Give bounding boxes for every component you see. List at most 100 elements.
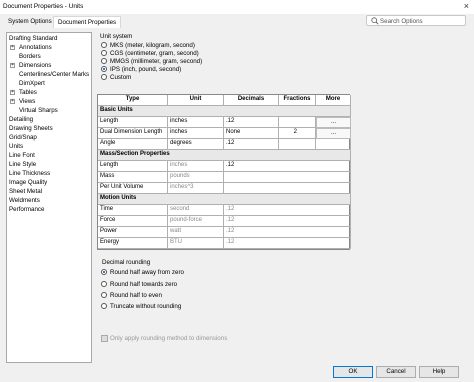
table-cell-fractions[interactable]: [279, 139, 316, 150]
radio-custom[interactable]: [101, 74, 107, 80]
tree-item-annotations[interactable]: Annotations: [19, 44, 52, 51]
table-cell-decimals[interactable]: .12: [224, 161, 351, 172]
tree-item-views[interactable]: Views: [19, 98, 35, 105]
table-row-type: Mass: [98, 172, 168, 183]
tree-item-performance[interactable]: Performance: [9, 206, 44, 213]
table-row-type: Per Unit Volume: [98, 183, 168, 194]
tree-item-line-font[interactable]: Line Font: [9, 152, 35, 159]
tab-system-options[interactable]: System Options: [4, 16, 56, 28]
more-button[interactable]: ...: [316, 128, 351, 139]
radio-ips[interactable]: [101, 66, 107, 72]
radio-mmgs[interactable]: [101, 58, 107, 64]
table-cell-unit: pounds: [168, 172, 224, 183]
section-basic-units: Basic Units: [98, 106, 351, 117]
label-round-half-even: Round half to even: [110, 292, 162, 299]
table-row-type: Power: [98, 227, 168, 238]
label-truncate: Truncate without rounding: [110, 303, 182, 310]
table-cell-unit: BTU: [168, 238, 224, 249]
col-header-unit: Unit: [168, 95, 224, 106]
search-input[interactable]: Search Options: [366, 15, 466, 26]
tree-item-borders[interactable]: Borders: [19, 53, 41, 60]
cancel-button[interactable]: Cancel: [376, 366, 416, 378]
table-row-type: Length: [98, 161, 168, 172]
table-cell-decimals[interactable]: .12: [224, 139, 279, 150]
table-cell-unit[interactable]: inches: [168, 128, 224, 139]
close-icon[interactable]: ×: [464, 1, 469, 11]
label-custom: Custom: [110, 74, 132, 81]
table-row-type: Dual Dimension Length: [98, 128, 168, 139]
col-header-fractions: Fractions: [279, 95, 316, 106]
radio-round-half-away[interactable]: [101, 269, 107, 275]
tree-item-line-style[interactable]: Line Style: [9, 161, 36, 168]
table-cell-fractions[interactable]: [279, 117, 316, 128]
table-cell-decimals: .12: [224, 205, 351, 216]
radio-cgs[interactable]: [101, 50, 107, 56]
tree-item-units[interactable]: Units: [9, 143, 23, 150]
table-cell-decimals: .12: [224, 227, 351, 238]
tree-item-detailing[interactable]: Detailing: [9, 116, 33, 123]
table-cell-unit: inches^3: [168, 183, 224, 194]
tree-item-image-quality[interactable]: Image Quality: [9, 179, 47, 186]
decimal-rounding-label: Decimal rounding: [102, 259, 151, 266]
label-mks: MKS (meter, kilogram, second): [110, 42, 195, 49]
options-tree: Drafting Standard + Annotations Borders …: [6, 32, 92, 363]
table-cell-decimals[interactable]: None: [224, 128, 279, 139]
only-apply-checkbox[interactable]: [101, 335, 108, 342]
tree-item-tables[interactable]: Tables: [19, 89, 37, 96]
radio-round-half-even[interactable]: [101, 292, 107, 298]
table-row-type: Energy: [98, 238, 168, 249]
radio-mks[interactable]: [101, 42, 107, 48]
search-icon: [371, 17, 379, 25]
radio-round-half-towards[interactable]: [101, 281, 107, 287]
expand-icon[interactable]: +: [10, 45, 15, 50]
table-row-type: Angle: [98, 139, 168, 150]
table-row-type: Time: [98, 205, 168, 216]
window-title: Document Properties - Units: [3, 3, 84, 10]
tree-item-sheet-metal[interactable]: Sheet Metal: [9, 188, 42, 195]
table-cell-decimals: [224, 183, 351, 194]
tree-item-drafting-standard[interactable]: Drafting Standard: [9, 35, 58, 42]
table-row-type: Force: [98, 216, 168, 227]
more-button[interactable]: ...: [316, 117, 351, 128]
col-header-decimals: Decimals: [224, 95, 279, 106]
search-placeholder: Search Options: [380, 17, 423, 25]
table-cell-decimals[interactable]: .12: [224, 117, 279, 128]
label-round-half-towards: Round half towards zero: [110, 281, 178, 288]
expand-icon[interactable]: +: [10, 63, 15, 68]
tree-item-drawing-sheets[interactable]: Drawing Sheets: [9, 125, 53, 132]
table-cell-fractions[interactable]: 2: [279, 128, 316, 139]
expand-icon[interactable]: +: [10, 99, 15, 104]
table-cell-unit: watt: [168, 227, 224, 238]
only-apply-label: Only apply rounding method to dimensions: [110, 335, 228, 342]
tree-item-line-thickness[interactable]: Line Thickness: [9, 170, 50, 177]
ok-button[interactable]: OK: [333, 366, 373, 378]
tree-item-weldments[interactable]: Weldments: [9, 197, 40, 204]
table-cell-decimals: .12: [224, 238, 351, 249]
table-cell-unit[interactable]: inches: [168, 117, 224, 128]
tab-document-properties[interactable]: Document Properties: [53, 16, 122, 28]
label-mmgs: MMGS (millimeter, gram, second): [110, 58, 203, 65]
table-row-type: Length: [98, 117, 168, 128]
table-cell-unit: inches: [168, 161, 224, 172]
tree-item-dimxpert[interactable]: DimXpert: [19, 80, 45, 87]
section-mass-properties: Mass/Section Properties: [98, 150, 351, 161]
units-table: Type Unit Decimals Fractions More Basic …: [97, 94, 351, 250]
table-cell-unit[interactable]: degrees: [168, 139, 224, 150]
table-cell-more: [316, 139, 351, 150]
tree-item-dimensions[interactable]: Dimensions: [19, 62, 51, 69]
help-button[interactable]: Help: [419, 366, 459, 378]
label-round-half-away: Round half away from zero: [110, 269, 184, 276]
tree-item-grid-snap[interactable]: Grid/Snap: [9, 134, 37, 141]
table-cell-decimals: [224, 172, 351, 183]
title-bar: Document Properties - Units ×: [0, 0, 474, 14]
expand-icon[interactable]: +: [10, 90, 15, 95]
radio-truncate[interactable]: [101, 303, 107, 309]
tree-item-centerlines[interactable]: Centerlines/Center Marks: [19, 71, 89, 78]
table-cell-decimals: .12: [224, 216, 351, 227]
col-header-more: More: [316, 95, 351, 106]
tree-item-virtual-sharps[interactable]: Virtual Sharps: [19, 107, 58, 114]
label-cgs: CGS (centimeter, gram, second): [110, 50, 199, 57]
col-header-type: Type: [98, 95, 168, 106]
table-cell-unit: pound-force: [168, 216, 224, 227]
label-ips: IPS (inch, pound, second): [110, 66, 182, 73]
